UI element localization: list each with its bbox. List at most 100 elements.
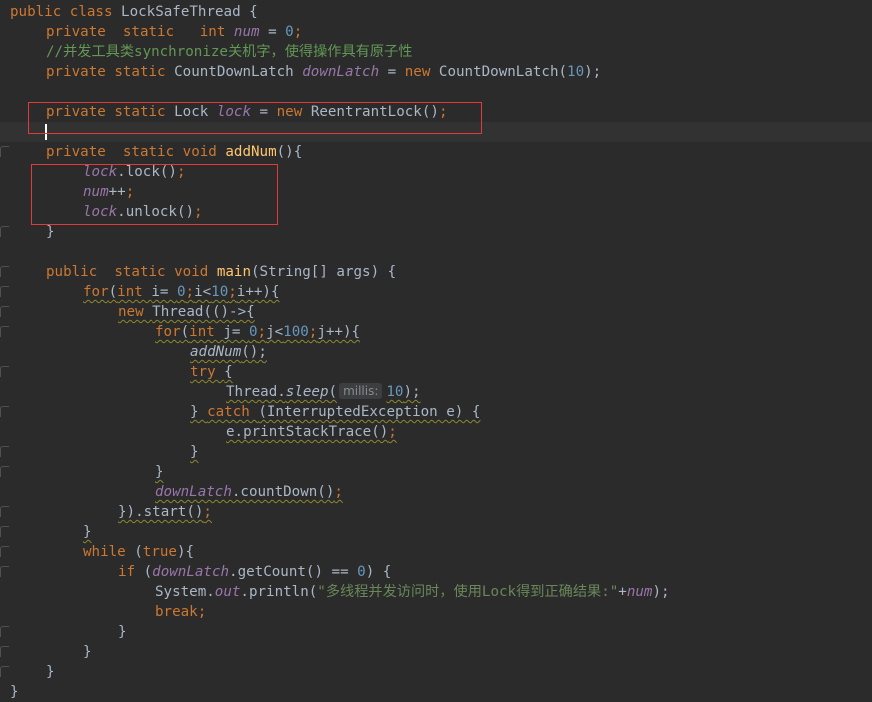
fold-marker-icon[interactable] xyxy=(0,666,9,677)
code-line: public class LockSafeThread { xyxy=(10,2,258,22)
variable: j= xyxy=(223,324,249,340)
fold-marker-icon[interactable] xyxy=(0,646,9,657)
number-literal: 10 xyxy=(211,284,229,300)
fold-marker-icon[interactable] xyxy=(0,526,9,537)
fold-marker-icon[interactable] xyxy=(0,626,9,637)
number-literal: 10 xyxy=(567,64,585,80)
keyword: int xyxy=(117,284,152,300)
method-call: .countDown() xyxy=(231,484,335,500)
punctuation: ) { xyxy=(365,564,392,580)
keyword: new xyxy=(404,64,439,80)
fold-marker-icon[interactable] xyxy=(0,226,9,237)
fold-marker-icon[interactable] xyxy=(0,286,9,297)
code-line: System.out.println("多线程并发访问时，使用Lock得到正确结… xyxy=(155,582,670,602)
highlight-box-lock-declaration xyxy=(28,102,482,134)
keyword: for xyxy=(155,324,181,340)
number-literal: 0 xyxy=(248,324,258,340)
fold-marker-icon[interactable] xyxy=(0,466,9,477)
field-name: downLatch xyxy=(155,484,232,500)
field-name: out xyxy=(214,584,241,600)
class-ref: System. xyxy=(155,584,215,600)
parameter-hint: millis: xyxy=(339,383,383,399)
semicolon: ; xyxy=(334,484,343,500)
string-literal: "多线程并发访问时，使用Lock得到正确结果:" xyxy=(317,584,619,600)
highlight-box-lock-usage xyxy=(31,164,278,225)
punctuation: ); xyxy=(403,384,421,400)
field-name: num xyxy=(626,584,653,600)
catch-clause: (InterruptedException e) { xyxy=(258,404,481,420)
code-line: private static CountDownLatch downLatch … xyxy=(46,62,601,82)
punctuation: (); xyxy=(241,344,267,360)
semicolon: ; xyxy=(228,284,237,300)
fold-marker-icon[interactable] xyxy=(0,506,9,517)
keyword: new xyxy=(118,304,153,320)
code-line: try { xyxy=(190,362,233,382)
fold-marker-icon[interactable] xyxy=(0,306,9,317)
field-name: downLatch xyxy=(302,64,380,80)
method-call: sleep xyxy=(285,384,329,400)
keyword: private static int xyxy=(46,24,234,40)
operator: = xyxy=(379,64,405,80)
code-line: } xyxy=(83,644,92,660)
punctuation: (){ xyxy=(276,144,303,160)
code-line: } xyxy=(190,444,199,460)
method-call: .println( xyxy=(240,584,318,600)
fold-marker-icon[interactable] xyxy=(0,366,9,377)
fold-marker-icon[interactable] xyxy=(0,566,9,577)
code-line: } catch (InterruptedException e) { xyxy=(190,402,480,422)
code-editor[interactable]: public class LockSafeThread { private st… xyxy=(0,0,872,702)
type-name: CountDownLatch xyxy=(174,64,303,80)
class-name: LockSafeThread { xyxy=(121,4,258,20)
punctuation: ){ xyxy=(176,544,195,560)
fold-marker-icon[interactable] xyxy=(0,546,9,557)
code-line: downLatch.countDown(); xyxy=(155,482,343,502)
method-call: e.printStackTrace() xyxy=(226,424,389,440)
keyword: int xyxy=(189,324,224,340)
keyword: try xyxy=(190,364,225,380)
keyword: public static void xyxy=(46,264,217,280)
keyword: public class xyxy=(10,4,122,20)
method-call: }).start() xyxy=(118,504,204,520)
code-line: new Thread(()->{ xyxy=(118,302,255,322)
semicolon: ; xyxy=(197,604,207,620)
number-literal: 0 xyxy=(285,24,294,40)
code-line: } xyxy=(10,684,19,700)
field-name: num xyxy=(233,24,260,40)
number-literal: 10 xyxy=(386,384,404,400)
code-line: break; xyxy=(155,602,206,622)
fold-marker-icon[interactable] xyxy=(0,406,9,417)
semicolon: ; xyxy=(185,284,195,300)
variable: i= xyxy=(151,284,177,300)
fold-marker-icon[interactable] xyxy=(0,326,9,337)
semicolon: ; xyxy=(257,324,267,340)
keyword: break xyxy=(155,604,198,620)
number-literal: 100 xyxy=(283,324,309,340)
method-name: addNum xyxy=(225,144,277,160)
code-line: } xyxy=(83,524,92,540)
constructor-call: Thread(()->{ xyxy=(152,304,255,320)
brace: } xyxy=(190,404,208,420)
class-ref: Thread. xyxy=(226,384,286,400)
punctuation: ( xyxy=(180,324,190,340)
condition: j< xyxy=(266,324,284,340)
keyword: catch xyxy=(207,404,259,420)
code-line: public static void main(String[] args) { xyxy=(46,262,396,282)
code-line: while (true){ xyxy=(83,542,194,562)
punctuation: ( xyxy=(108,284,118,300)
fold-marker-icon[interactable] xyxy=(0,266,9,277)
code-line: for(int i= 0;i<10;i++){ xyxy=(83,282,280,302)
fold-marker-icon[interactable] xyxy=(0,146,9,157)
keyword: for xyxy=(83,284,109,300)
fold-marker-icon[interactable] xyxy=(0,446,9,457)
punctuation: ( xyxy=(134,544,143,560)
method-name: main xyxy=(216,264,252,280)
code-line: } xyxy=(46,664,55,680)
code-line: } xyxy=(118,624,127,640)
punctuation: ); xyxy=(584,64,602,80)
code-line: e.printStackTrace(); xyxy=(226,422,397,442)
number-literal: 0 xyxy=(176,284,186,300)
code-comment: //并发工具类synchronize关机字，使得操作具有原子性 xyxy=(46,44,413,60)
code-line: private static void addNum(){ xyxy=(46,142,302,162)
semicolon: ; xyxy=(293,24,303,40)
keyword: true xyxy=(142,544,177,560)
